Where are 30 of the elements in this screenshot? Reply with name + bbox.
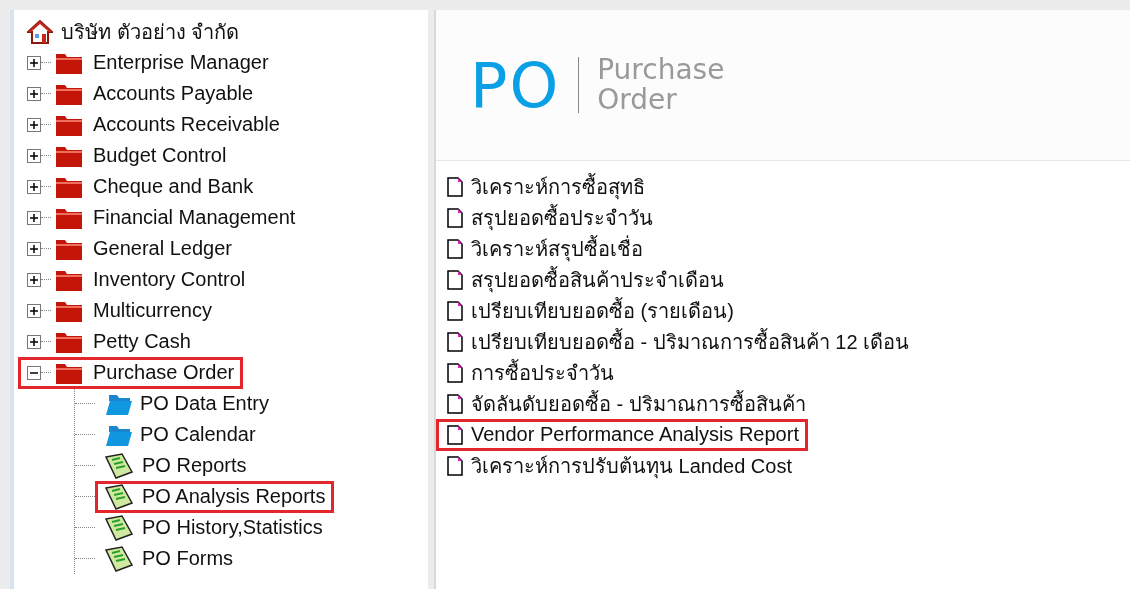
- report-link[interactable]: จัดลันดับยอดซื้อ - ปริมาณการซื้อสินค้า: [471, 387, 806, 420]
- tree-item[interactable]: Budget Control: [93, 144, 227, 167]
- report-link[interactable]: เปรียบเทียบยอดซื้อ (รายเดือน): [471, 294, 734, 327]
- tree-item[interactable]: PO Reports: [142, 454, 247, 477]
- report-link[interactable]: สรุปยอดซื้อสินค้าประจำเดือน: [471, 263, 724, 296]
- tree-item[interactable]: PO Calendar: [140, 423, 256, 446]
- tree-item[interactable]: Inventory Control: [93, 268, 246, 291]
- tree-item[interactable]: Accounts Payable: [93, 82, 254, 105]
- tree-item[interactable]: PO Analysis Reports: [142, 485, 326, 508]
- tree-item[interactable]: Petty Cash: [93, 330, 191, 353]
- tree-item[interactable]: Multicurrency: [93, 299, 212, 322]
- tree-item[interactable]: General Ledger: [93, 237, 232, 260]
- module-code: PO: [470, 48, 561, 122]
- tree-item[interactable]: PO History,Statistics: [142, 516, 323, 539]
- report-link[interactable]: วิเคราะห์การปรับต้นทุน Landed Cost: [471, 449, 792, 482]
- tree-item[interactable]: PO Forms: [142, 547, 234, 570]
- tree-item[interactable]: Financial Management: [93, 206, 296, 229]
- module-title: Purchase Order: [597, 55, 725, 115]
- report-link[interactable]: Vendor Performance Analysis Report: [471, 423, 799, 446]
- report-link[interactable]: เปรียบเทียบยอดซื้อ - ปริมาณการซื้อสินค้า 12 เดือน: [471, 325, 910, 358]
- tree-item[interactable]: PO Data Entry: [140, 392, 269, 415]
- report-link[interactable]: วิเคราะห์สรุปซื้อเชื่อ: [471, 232, 643, 265]
- report-link[interactable]: วิเคราะห์การซื้อสุทธิ: [471, 170, 645, 203]
- tree-item[interactable]: Purchase Order: [93, 361, 235, 384]
- report-link[interactable]: สรุปยอดซื้อประจำวัน: [471, 201, 653, 234]
- tree-item[interactable]: Enterprise Manager: [93, 51, 269, 74]
- tree-item[interactable]: Cheque and Bank: [93, 175, 254, 198]
- tree-item[interactable]: Accounts Receivable: [93, 113, 280, 136]
- tree-item[interactable]: บริษัท ตัวอย่าง จำกัด: [61, 15, 240, 48]
- report-link[interactable]: การซื้อประจำวัน: [471, 356, 614, 389]
